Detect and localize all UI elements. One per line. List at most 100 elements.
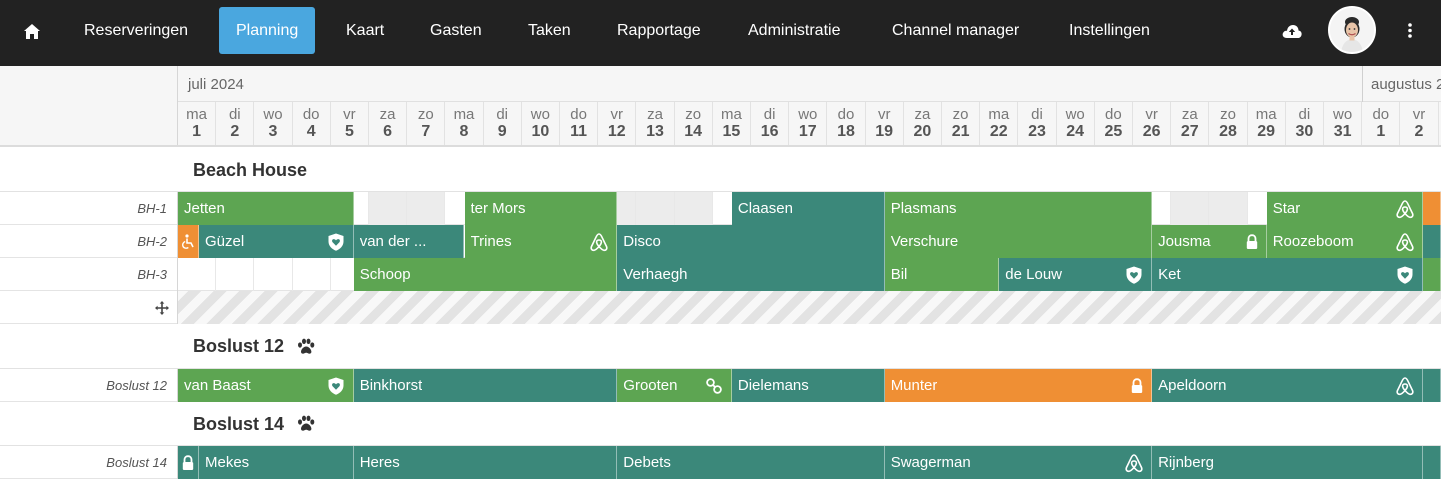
day-column-header[interactable]: za 6 (369, 102, 408, 145)
day-column-header[interactable]: za 13 (636, 102, 675, 145)
day-column-header[interactable]: wo 31 (1324, 102, 1363, 145)
booking-bar[interactable]: Trines (464, 225, 618, 258)
unit-label[interactable]: BH-2 (0, 225, 178, 258)
nav-item-reserveringen[interactable]: Reserveringen (67, 7, 205, 54)
booking-bar[interactable]: Apeldoorn (1152, 369, 1424, 402)
nav-item-kaart[interactable]: Kaart (329, 7, 401, 54)
booking-bar[interactable]: Rijnberg (1152, 446, 1424, 479)
day-column-header[interactable]: za 20 (904, 102, 942, 145)
day-cell[interactable] (636, 192, 675, 225)
nav-item-planning[interactable]: Planning (219, 7, 316, 54)
unit-label[interactable]: BH-3 (0, 258, 178, 291)
day-column-header[interactable]: zo 28 (1209, 102, 1248, 145)
day-number: 27 (1180, 123, 1199, 140)
more-menu-button[interactable] (1398, 15, 1422, 45)
booking-bar[interactable]: Verhaegh (617, 258, 885, 291)
day-column-header[interactable]: ma 29 (1248, 102, 1286, 145)
day-cell[interactable] (293, 258, 331, 291)
nav-item-administratie[interactable]: Administratie (731, 7, 857, 54)
day-column-header[interactable]: do 18 (827, 102, 866, 145)
day-cell[interactable] (674, 192, 713, 225)
day-column-header[interactable]: di 16 (751, 102, 790, 145)
booking-bar[interactable]: Binkhorst (353, 369, 618, 402)
booking-bar[interactable]: Dielemans (731, 369, 885, 402)
booking-bar[interactable]: Debets (617, 446, 885, 479)
booking-bar[interactable]: Bil (884, 258, 1000, 291)
booking-bar[interactable]: Claasen (731, 192, 885, 225)
unassigned-drop-zone[interactable] (178, 291, 1441, 324)
booking-bar[interactable]: van der ... (353, 225, 465, 258)
cloud-upload-button[interactable] (1276, 16, 1308, 46)
booking-bar[interactable]: Roozeboom (1266, 225, 1424, 258)
booking-bar[interactable] (178, 446, 199, 479)
booking-bar[interactable]: Disco (617, 225, 885, 258)
user-avatar[interactable] (1328, 6, 1376, 54)
day-column-header[interactable]: vr 2 (1400, 102, 1439, 145)
day-column-header[interactable]: zo 14 (675, 102, 713, 145)
booking-bar[interactable]: Ha (1423, 258, 1441, 291)
day-column-header[interactable]: vr 5 (331, 102, 369, 145)
day-cell[interactable] (369, 192, 408, 225)
booking-bar[interactable]: Güzel (199, 225, 354, 258)
booking-bar[interactable]: Grooten (617, 369, 732, 402)
day-column-header[interactable]: ma 1 (178, 102, 217, 145)
day-column-header[interactable]: wo 10 (522, 102, 560, 145)
booking-bar[interactable]: ter Mors (464, 192, 618, 225)
booking-bar[interactable]: Ket (1152, 258, 1424, 291)
booking-bar[interactable]: de (1423, 192, 1441, 225)
day-column-header[interactable]: wo 24 (1057, 102, 1095, 145)
booking-bar[interactable]: La (1423, 446, 1441, 479)
day-column-header[interactable]: vr 26 (1133, 102, 1172, 145)
day-cell[interactable] (178, 258, 217, 291)
booking-bar[interactable]: Star (1266, 192, 1424, 225)
nav-item-rapportage[interactable]: Rapportage (600, 7, 718, 54)
day-column-header[interactable]: zo 7 (407, 102, 446, 145)
booking-bar[interactable]: Jousma (1152, 225, 1267, 258)
day-column-header[interactable]: zo 21 (942, 102, 981, 145)
day-cell[interactable] (216, 258, 255, 291)
nav-item-channel-manager[interactable]: Channel manager (875, 7, 1036, 54)
nav-item-gasten[interactable]: Gasten (413, 7, 499, 54)
day-cell[interactable] (1171, 192, 1210, 225)
day-column-header[interactable]: di 9 (484, 102, 522, 145)
day-column-header[interactable]: di 23 (1018, 102, 1057, 145)
day-column-header[interactable]: wo 17 (789, 102, 828, 145)
home-button[interactable] (14, 14, 50, 48)
day-column-header[interactable]: wo 3 (254, 102, 293, 145)
nav-item-instellingen[interactable]: Instellingen (1052, 7, 1167, 54)
booking-bar[interactable]: Plasmans (884, 192, 1153, 225)
unit-label[interactable]: Boslust 14 (0, 446, 178, 479)
booking-bar[interactable] (178, 225, 199, 258)
day-column-header[interactable]: ma 8 (445, 102, 484, 145)
day-column-header[interactable]: za 27 (1171, 102, 1210, 145)
booking-bar[interactable]: Ha (1423, 369, 1441, 402)
booking-bar[interactable]: Mekes (199, 446, 354, 479)
booking-bar[interactable]: de Louw (999, 258, 1153, 291)
day-column-header[interactable]: di 30 (1286, 102, 1324, 145)
day-column-header[interactable]: do 4 (293, 102, 331, 145)
booking-bar[interactable]: Swagerman (884, 446, 1153, 479)
unit-label[interactable]: BH-1 (0, 192, 178, 225)
day-column-header[interactable]: do 11 (560, 102, 599, 145)
booking-bar[interactable]: van Baast (178, 369, 354, 402)
day-column-header[interactable]: vr 12 (598, 102, 637, 145)
booking-bar[interactable]: de (1423, 225, 1441, 258)
day-cell[interactable] (407, 192, 446, 225)
booking-bar[interactable]: Verschure (884, 225, 1153, 258)
booking-bar[interactable]: Heres (353, 446, 618, 479)
day-cell[interactable] (254, 258, 293, 291)
day-column-header[interactable]: vr 19 (866, 102, 904, 145)
weekday-name: do (1105, 106, 1122, 123)
unit-label[interactable]: Boslust 12 (0, 369, 178, 402)
booking-bar[interactable]: Schoop (353, 258, 618, 291)
move-handle[interactable] (0, 291, 178, 324)
nav-item-taken[interactable]: Taken (511, 7, 588, 54)
day-column-header[interactable]: ma 15 (713, 102, 751, 145)
booking-bar[interactable]: Munter (884, 369, 1153, 402)
day-cell[interactable] (1209, 192, 1248, 225)
day-column-header[interactable]: do 1 (1362, 102, 1401, 145)
day-column-header[interactable]: ma 22 (980, 102, 1019, 145)
booking-bar[interactable]: Jetten (178, 192, 354, 225)
day-column-header[interactable]: di 2 (216, 102, 255, 145)
day-column-header[interactable]: do 25 (1095, 102, 1133, 145)
